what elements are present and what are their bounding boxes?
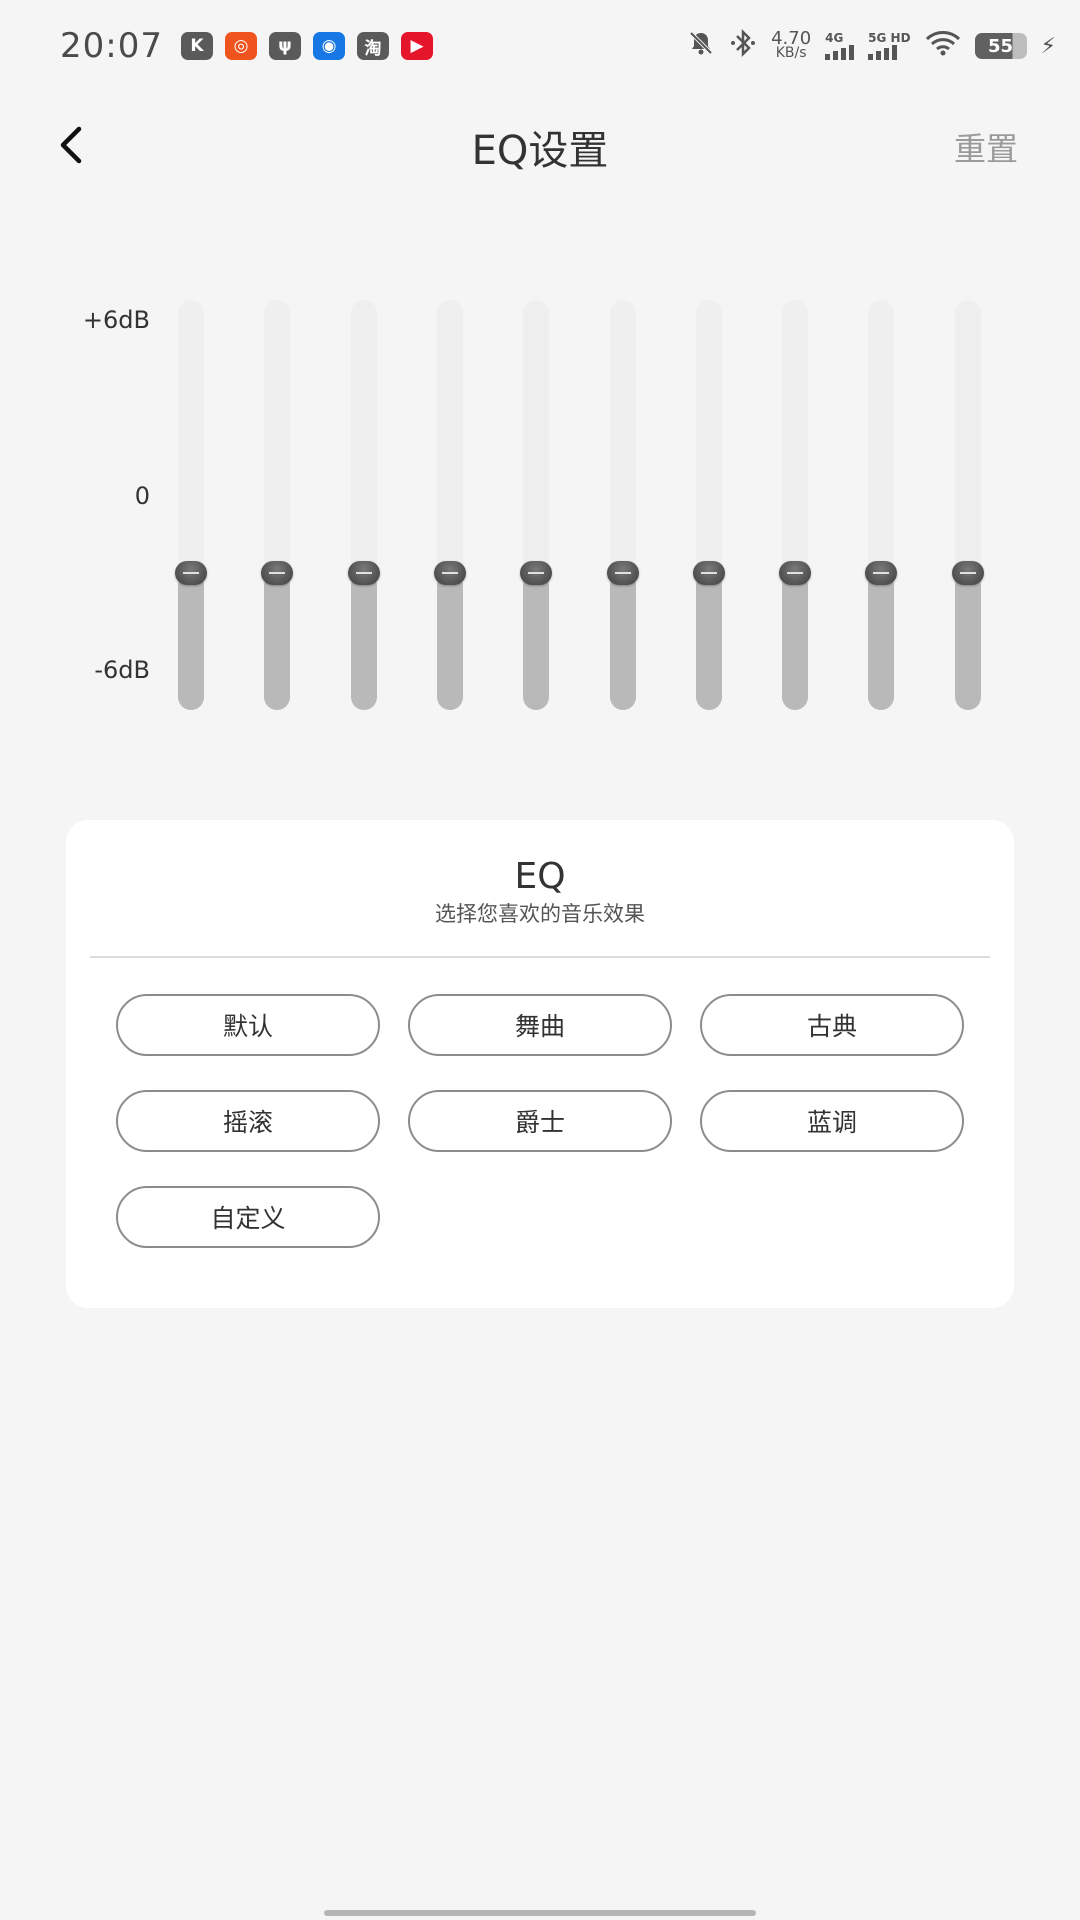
kuwo-app-icon: K — [180, 32, 213, 60]
eq-band-slider-4[interactable] — [433, 300, 466, 710]
network-speed-unit: KB/s — [775, 45, 807, 61]
top-app-bar: EQ设置 重置 — [0, 100, 1080, 190]
eq-band-slider-8[interactable] — [779, 300, 812, 710]
home-indicator[interactable] — [324, 1910, 756, 1916]
eq-band-thumb[interactable] — [175, 561, 207, 586]
status-bar-right: 4.70 KB/s 4G 5G HD 55 ⚡ — [687, 28, 1056, 65]
notification-icons: K ◎ ψ ◉ 淘 ▶ — [180, 32, 445, 60]
usb-debug-icon: ψ — [268, 32, 301, 60]
eq-band-slider-6[interactable] — [606, 300, 639, 710]
page-title: EQ设置 — [471, 128, 609, 174]
preset-button[interactable]: 古典 — [700, 994, 964, 1056]
eq-band-fill — [523, 573, 550, 710]
eq-band-slider-2[interactable] — [261, 300, 294, 710]
preset-button[interactable]: 默认 — [116, 994, 380, 1056]
sim2-label: 5G HD — [868, 31, 911, 45]
sim2-signal: 5G HD — [868, 31, 911, 60]
axis-label-zero: 0 — [134, 482, 150, 510]
axis-label-max: +6dB — [82, 306, 150, 334]
axis-label-min: -6dB — [94, 656, 150, 684]
eq-band-fill — [609, 573, 636, 710]
eq-band-slider-1[interactable] — [175, 300, 207, 710]
eq-band-fill — [436, 573, 463, 710]
eq-band-thumb[interactable] — [347, 561, 380, 586]
kuaishou-app-icon: ◎ — [224, 32, 257, 60]
card-subtitle: 选择您喜欢的音乐效果 — [435, 902, 645, 926]
sim1-label: 4G — [825, 31, 844, 45]
battery-level: 55 — [988, 35, 1014, 57]
reset-button[interactable]: 重置 — [954, 124, 1018, 170]
status-time: 20:07 — [60, 26, 163, 66]
card-title: EQ — [514, 856, 566, 897]
preset-button[interactable]: 爵士 — [408, 1090, 672, 1152]
status-bar-left: 20:07 K ◎ ψ ◉ 淘 ▶ — [60, 26, 445, 66]
eq-band-slider-3[interactable] — [347, 300, 380, 710]
eq-band-slider-7[interactable] — [692, 300, 725, 710]
taobao-app-icon: 淘 — [356, 32, 389, 60]
eq-band-slider-5[interactable] — [520, 300, 553, 710]
eq-band-fill — [695, 573, 722, 710]
status-bar: 20:07 K ◎ ψ ◉ 淘 ▶ 4.70 KB/s 4G 5G HD 55 ⚡ — [0, 0, 1080, 92]
eq-band-slider-10[interactable] — [951, 300, 984, 710]
eq-band-thumb[interactable] — [520, 561, 553, 586]
bot-app-icon: ◉ — [312, 32, 345, 60]
eq-band-fill — [868, 573, 895, 710]
charging-bolt-icon: ⚡ — [1040, 33, 1056, 59]
network-speed-value: 4.70 — [771, 28, 812, 49]
preset-button[interactable]: 自定义 — [116, 1186, 380, 1248]
network-speed: 4.70 KB/s — [771, 28, 812, 61]
eq-band-fill — [264, 573, 291, 710]
equalizer-panel: +6dB 0 -6dB — [0, 280, 1080, 720]
preset-button[interactable]: 舞曲 — [408, 994, 672, 1056]
mute-bell-icon — [687, 29, 715, 64]
divider — [90, 956, 990, 958]
battery-icon: 55 — [974, 33, 1027, 59]
eq-band-thumb[interactable] — [261, 561, 294, 586]
eq-band-thumb[interactable] — [433, 561, 466, 586]
eq-band-thumb[interactable] — [865, 561, 898, 586]
eq-band-fill — [782, 573, 809, 710]
eq-band-fill — [350, 573, 377, 710]
sim1-signal: 4G — [825, 31, 855, 60]
eq-band-fill — [954, 573, 981, 710]
eq-band-slider-9[interactable] — [865, 300, 898, 710]
eq-band-fill — [178, 573, 204, 710]
bluetooth-icon — [729, 28, 757, 65]
eq-preset-card: EQ 选择您喜欢的音乐效果 默认 舞曲 古典摇滚 爵士 蓝调自定义 — [66, 820, 1014, 1308]
wifi-icon — [925, 30, 961, 63]
eq-band-thumb[interactable] — [779, 561, 812, 586]
preset-button[interactable]: 蓝调 — [700, 1090, 964, 1152]
signal-bars-icon — [825, 44, 855, 60]
video-app-icon: ▶ — [400, 32, 433, 60]
eq-band-thumb[interactable] — [692, 561, 725, 586]
eq-band-thumb[interactable] — [951, 561, 984, 586]
eq-band-thumb[interactable] — [606, 561, 639, 586]
preset-button[interactable]: 摇滚 — [116, 1090, 380, 1152]
signal-bars-icon — [868, 44, 898, 60]
